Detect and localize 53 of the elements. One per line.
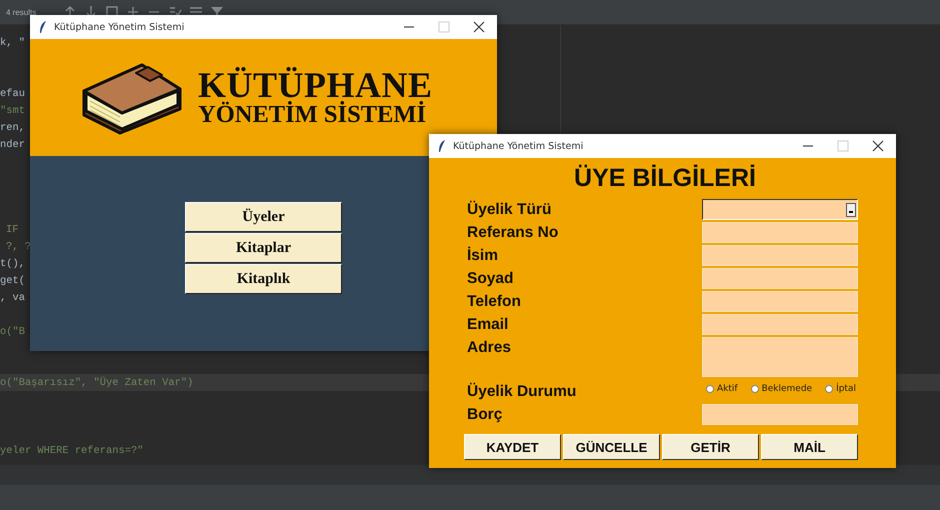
form-heading: ÜYE BİLGİLERİ xyxy=(573,163,757,194)
radio-button[interactable] xyxy=(825,385,834,393)
feather-icon xyxy=(38,20,48,34)
radio-label: Aktif xyxy=(717,384,738,394)
code-line: get( xyxy=(0,274,25,286)
code-line: o("B xyxy=(0,326,25,338)
code-line: t(), xyxy=(0,258,25,270)
code-line: ren, xyxy=(0,122,25,134)
code-line: yeler WHERE referans=?" xyxy=(0,444,144,456)
field-label: Üyelik Türü xyxy=(467,200,552,220)
input-field[interactable] xyxy=(702,404,858,425)
input-field[interactable] xyxy=(702,245,858,266)
window-title: Kütüphane Yönetim Sistemi xyxy=(54,22,184,32)
input-field[interactable] xyxy=(702,268,858,289)
feather-icon xyxy=(437,139,447,153)
menu-button[interactable]: Kitaplar xyxy=(185,233,342,263)
field-label: İsim xyxy=(467,246,500,266)
code-line: , va xyxy=(0,292,25,304)
input-field[interactable] xyxy=(702,314,858,335)
window-title: Kütüphane Yönetim Sistemi xyxy=(453,140,584,152)
results-count: 4 results xyxy=(6,8,36,16)
field-label: Email xyxy=(467,315,510,335)
input-field[interactable] xyxy=(702,222,858,243)
input-field[interactable] xyxy=(702,291,858,312)
code-line: k, " xyxy=(0,36,25,48)
close-icon[interactable] xyxy=(473,21,485,33)
action-button[interactable]: GÜNCELLE xyxy=(563,434,660,460)
field-label: Borç xyxy=(467,405,504,425)
banner-subtitle: YÖNETİM SİSTEMİ xyxy=(198,102,428,128)
radio-button[interactable] xyxy=(706,385,714,393)
action-button[interactable]: MAİL xyxy=(761,434,858,460)
menu-button[interactable]: Kitaplık xyxy=(185,264,342,294)
field-label: Telefon xyxy=(467,292,522,312)
field-label: Adres xyxy=(467,338,512,358)
field-label: Referans No xyxy=(467,223,560,243)
code-line: ?, ? xyxy=(5,240,31,252)
code-line: efau xyxy=(0,88,25,100)
code-line: o("Başarısız", "Üye Zaten Var") xyxy=(0,376,194,388)
code-line: "smt xyxy=(0,104,25,116)
field-label: Üyelik Durumu xyxy=(467,382,578,402)
code-line: IF xyxy=(5,224,18,236)
menu-button[interactable]: Üyeler xyxy=(185,202,342,232)
radio-label: Beklemede xyxy=(762,384,812,394)
dropdown-field[interactable] xyxy=(702,199,858,220)
book-icon xyxy=(80,60,184,134)
close-icon[interactable] xyxy=(872,140,884,152)
radio-button[interactable] xyxy=(750,385,759,393)
radio-label: İptal xyxy=(836,384,856,394)
code-line: nder xyxy=(0,138,25,150)
banner-title: KÜTÜPHANE xyxy=(198,68,433,102)
field-label: Soyad xyxy=(467,269,515,289)
action-button[interactable]: GETİR xyxy=(662,434,759,460)
action-button[interactable]: KAYDET xyxy=(464,434,561,460)
